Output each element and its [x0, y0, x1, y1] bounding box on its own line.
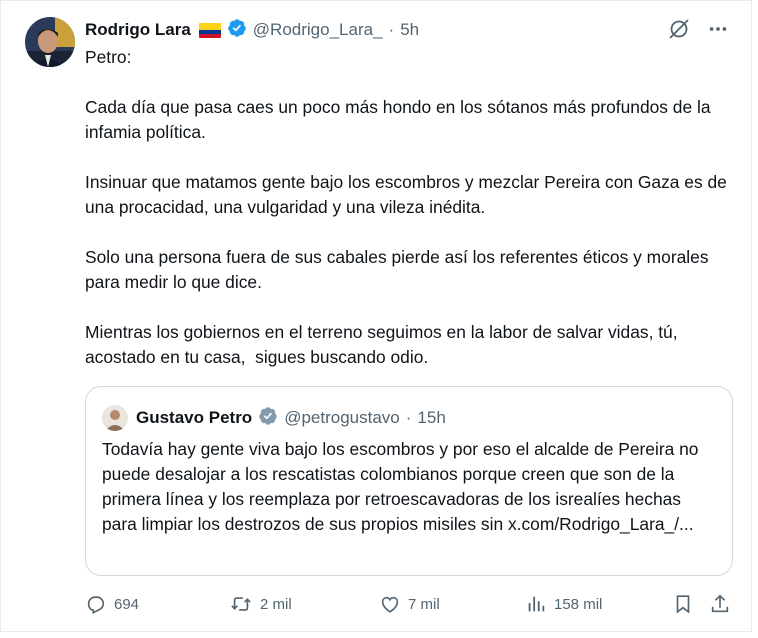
reply-icon	[85, 593, 107, 615]
action-bar: 694 2 mil 7 mil 158 mil	[85, 593, 735, 619]
like-button[interactable]: 7 mil	[379, 593, 440, 615]
views-count: 158 mil	[554, 595, 603, 613]
bookmark-button[interactable]	[672, 593, 694, 615]
like-count: 7 mil	[408, 595, 440, 613]
grok-slash-icon[interactable]	[667, 17, 691, 46]
header-icons	[667, 17, 729, 46]
views-button[interactable]: 158 mil	[525, 593, 602, 615]
tweet-card[interactable]: Rodrigo Lara @Rodrigo_Lara_ · 5h Petro: …	[0, 0, 752, 632]
quote-author-avatar	[102, 405, 128, 431]
more-icon[interactable]	[707, 18, 729, 45]
verified-badge-icon	[227, 18, 247, 43]
share-icon	[709, 593, 731, 615]
quote-text: Todavía hay gente viva bajo los escombro…	[102, 439, 699, 534]
reply-button[interactable]: 694	[85, 593, 139, 615]
quoted-tweet[interactable]: Gustavo Petro @petrogustavo · 15h Todaví…	[85, 386, 733, 576]
bookmark-icon	[672, 593, 694, 615]
quote-header: Gustavo Petro @petrogustavo · 15h	[136, 405, 446, 431]
repost-count: 2 mil	[260, 595, 292, 613]
verified-gray-badge-icon	[258, 406, 278, 431]
author-avatar[interactable]	[25, 17, 75, 67]
tweet-text: Petro: Cada día que pasa caes un poco má…	[85, 47, 727, 367]
repost-icon	[229, 593, 253, 615]
quote-author-name: Gustavo Petro	[136, 408, 253, 427]
repost-button[interactable]: 2 mil	[229, 593, 292, 615]
reply-count: 694	[114, 595, 140, 613]
like-icon	[379, 593, 401, 615]
quote-time: 15h	[417, 408, 446, 427]
share-button[interactable]	[709, 593, 731, 615]
separator-dot: ·	[388, 20, 395, 39]
quote-separator-dot: ·	[405, 408, 412, 427]
quote-author-handle: @petrogustavo	[284, 408, 400, 427]
author-name[interactable]: Rodrigo Lara	[85, 20, 191, 40]
tweet-time[interactable]: 5h	[400, 20, 419, 40]
author-handle[interactable]: @Rodrigo_Lara_	[253, 20, 383, 40]
colombia-flag-icon	[198, 22, 221, 38]
tweet-header: Rodrigo Lara @Rodrigo_Lara_ · 5h	[85, 18, 419, 42]
views-icon	[525, 593, 547, 615]
